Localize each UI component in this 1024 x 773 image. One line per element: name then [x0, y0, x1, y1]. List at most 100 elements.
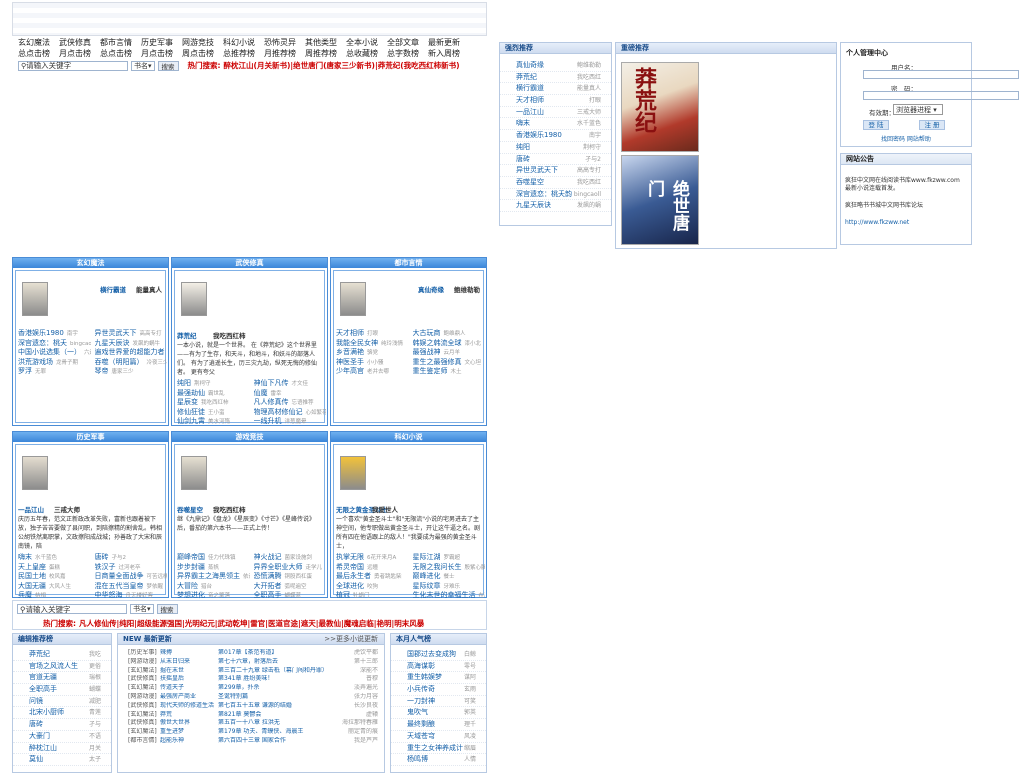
book-title[interactable]: 鬼吹气 — [407, 707, 428, 718]
more-updates-link[interactable]: >>更多小说更新 — [324, 634, 378, 644]
book-title[interactable]: 仙剑九霄 — [177, 417, 205, 425]
list-item[interactable]: 官道无疆 瑞根 — [13, 672, 111, 685]
list-item[interactable]: 洪荒游戏场 龙骨子期 — [18, 358, 91, 368]
list-item[interactable]: 异世灵武天下 高高专打 — [95, 329, 168, 339]
author-cell[interactable]: 海拉那特春雁 — [336, 719, 378, 728]
book-title[interactable]: 铁汉子 — [95, 563, 116, 571]
book-title[interactable]: 巅峰帝国 — [177, 553, 205, 561]
nav-link[interactable]: 全部文章 — [387, 37, 428, 48]
book-title[interactable]: 植冠 — [336, 591, 350, 599]
hot-search-link[interactable]: 最教仙 — [319, 619, 342, 628]
book-title[interactable]: 神仙下凡传 — [254, 379, 289, 387]
book-cover-jue-shi-tang-men[interactable]: 绝世唐门 — [621, 155, 699, 245]
hot-search-link[interactable]: 医道官途 — [268, 619, 298, 628]
chapter-cell[interactable]: 第821章 莫鬱会 — [218, 711, 336, 720]
book-title[interactable]: 一刀封神 — [407, 696, 435, 707]
book-title[interactable]: 无限之我问长生 — [413, 563, 462, 571]
list-item[interactable]: 少年高官 老并去哪 — [336, 367, 409, 377]
book-title[interactable]: 大国无疆 — [18, 582, 46, 590]
hot-search-link[interactable]: 绝世唐门(唐家三少新书) — [293, 61, 375, 70]
category-title[interactable]: 科幻小说 — [331, 432, 486, 442]
list-item[interactable]: 最强战神 云月羊 — [413, 348, 486, 358]
hot-search-link[interactable]: 凡人修仙传 — [79, 619, 117, 628]
book-title[interactable]: 异世灵武天下 — [516, 165, 558, 176]
book-cover-mang-huang-ji[interactable]: 莽荒纪 — [621, 62, 699, 152]
book-title[interactable]: 莽荒纪 — [29, 649, 50, 660]
book-cell[interactable]: 超能乐神 — [160, 737, 218, 746]
book-cell[interactable]: 现代天师的修道生活 — [160, 702, 218, 711]
category-title[interactable]: 玄幻魔法 — [13, 258, 168, 268]
list-item[interactable]: 深宫遗恋：桃夭bingcaoll — [18, 339, 91, 349]
book-title[interactable]: 吞噬星空 — [516, 177, 544, 188]
book-title[interactable]: 嗨末 — [516, 118, 530, 129]
book-title[interactable]: 北宋小厨师 — [29, 707, 64, 718]
list-item[interactable]: 一线升机 洋葱魔晕 — [254, 417, 327, 427]
list-item[interactable]: 物理高材修仙记 心如繁花 — [254, 408, 327, 418]
list-item[interactable]: 星际江湖 罗霸超 — [413, 553, 486, 563]
list-item[interactable]: 无限之我问长生 殷紫心脑 — [413, 563, 486, 573]
list-item[interactable]: 天域苍穹 风凌 — [391, 731, 486, 743]
list-item[interactable]: 国郡过去变成狗 白鲸 — [391, 649, 486, 661]
list-item[interactable]: 最强劫仙 霸世乱 — [177, 389, 250, 399]
book-title[interactable]: 步步封疆 — [177, 563, 205, 571]
book-title[interactable]: 九星天辰诀 — [516, 200, 551, 211]
book-title[interactable]: 少年高官 — [336, 367, 364, 375]
category-title[interactable]: 历史军事 — [13, 432, 168, 442]
book-title[interactable]: 天域苍穹 — [407, 731, 435, 742]
hot-search-link[interactable]: 遮天 — [301, 619, 316, 628]
nav-link[interactable]: 总点击榜 — [18, 48, 59, 59]
book-title[interactable]: 星际纹章 — [413, 582, 441, 590]
nav-link[interactable]: 恐怖灵异 — [264, 37, 305, 48]
list-item[interactable]: 神火战记 菌家设施剑 — [254, 553, 327, 563]
search-button-bottom[interactable]: 搜索 — [156, 604, 178, 614]
list-item[interactable]: 官场之风流人生 更俗 — [13, 661, 111, 673]
chapter-cell[interactable]: 第六百四十三章 国家合作 — [218, 737, 336, 746]
nav-link[interactable]: 最新更新 — [428, 37, 469, 48]
book-title[interactable]: 真仙奇缘 — [516, 60, 544, 71]
list-item[interactable]: 高海谋彰 零号 — [391, 661, 486, 673]
list-item[interactable]: 大冒险 猎台 — [177, 582, 250, 592]
book-title[interactable]: 唐砖 — [516, 154, 530, 165]
book-title[interactable]: 仙魔 — [254, 389, 268, 397]
list-item[interactable]: 仙剑九霄 美水河殇 — [177, 417, 250, 427]
list-item[interactable]: 小兵传奇 玄雨 — [391, 684, 486, 696]
list-item[interactable]: 天才相师 打眼 — [500, 95, 611, 107]
book-title[interactable]: 梦想进化 — [177, 591, 205, 599]
hot-search-link[interactable]: 武动乾坤 — [218, 619, 248, 628]
book-title[interactable]: 中华怒海 — [95, 591, 123, 599]
list-item[interactable]: 我能全民女神 纯玲浅情 — [336, 339, 409, 349]
login-button[interactable]: 登 陆 — [863, 120, 889, 130]
list-item[interactable]: 鬼吹气 郭英 — [391, 707, 486, 720]
author-cell[interactable]: 丽定青的痕 — [336, 728, 378, 737]
chapter-cell[interactable]: 第五百一十八章 拉洪无 — [218, 719, 336, 728]
list-item[interactable]: 韩娱之韩流全球 漆小北 — [413, 339, 486, 349]
book-title[interactable]: 遍戏世界爱的超能力者 — [95, 348, 165, 356]
book-cell[interactable]: 重生进梦 — [160, 728, 218, 737]
list-item[interactable]: 大古玩商 鲍维鼎人 — [413, 329, 486, 339]
book-cover[interactable] — [340, 456, 366, 490]
list-item[interactable]: 异界霸主之海黑领主依请 — [177, 572, 250, 582]
nav-link[interactable]: 周推荐榜 — [305, 48, 346, 59]
hot-search-link[interactable]: 莽荒纪(我吃西红柿新书) — [378, 61, 460, 70]
nav-link[interactable]: 全本小说 — [346, 37, 387, 48]
account-help-links[interactable]: 找回密码 网站帮助 — [881, 134, 931, 143]
list-item[interactable]: 九星天辰诀 发飙的蜗牛 — [95, 339, 168, 349]
list-item[interactable]: 希灵帝国 远瞳 — [336, 563, 409, 573]
category-title[interactable]: 游戏竞技 — [172, 432, 327, 442]
book-title[interactable]: 最终剩酿 — [407, 719, 435, 730]
book-title[interactable]: 最强劫仙 — [177, 389, 205, 397]
list-item[interactable]: 琴帝 唐家三少 — [95, 367, 168, 377]
list-item[interactable]: 纯阳 荆柯守 — [500, 142, 611, 154]
book-title[interactable]: 重生之女神养成计 — [407, 743, 463, 754]
list-item[interactable]: 问镜 减肥 — [13, 696, 111, 708]
list-item[interactable]: 九星天辰诀 发飙的蜗 — [500, 200, 611, 212]
book-title[interactable]: 物理高材修仙记 — [254, 408, 303, 416]
book-title[interactable]: 香港娱乐1980 — [18, 329, 64, 337]
book-title[interactable]: 琴帝 — [95, 367, 109, 375]
book-cell[interactable]: 掘在末世 — [160, 667, 218, 676]
book-cover[interactable] — [181, 456, 207, 490]
book-title[interactable]: 一品江山 — [516, 107, 544, 118]
book-title[interactable]: 希灵帝国 — [336, 563, 364, 571]
category-title[interactable]: 武侠修真 — [172, 258, 327, 268]
book-title[interactable]: 星际江湖 — [413, 553, 441, 561]
